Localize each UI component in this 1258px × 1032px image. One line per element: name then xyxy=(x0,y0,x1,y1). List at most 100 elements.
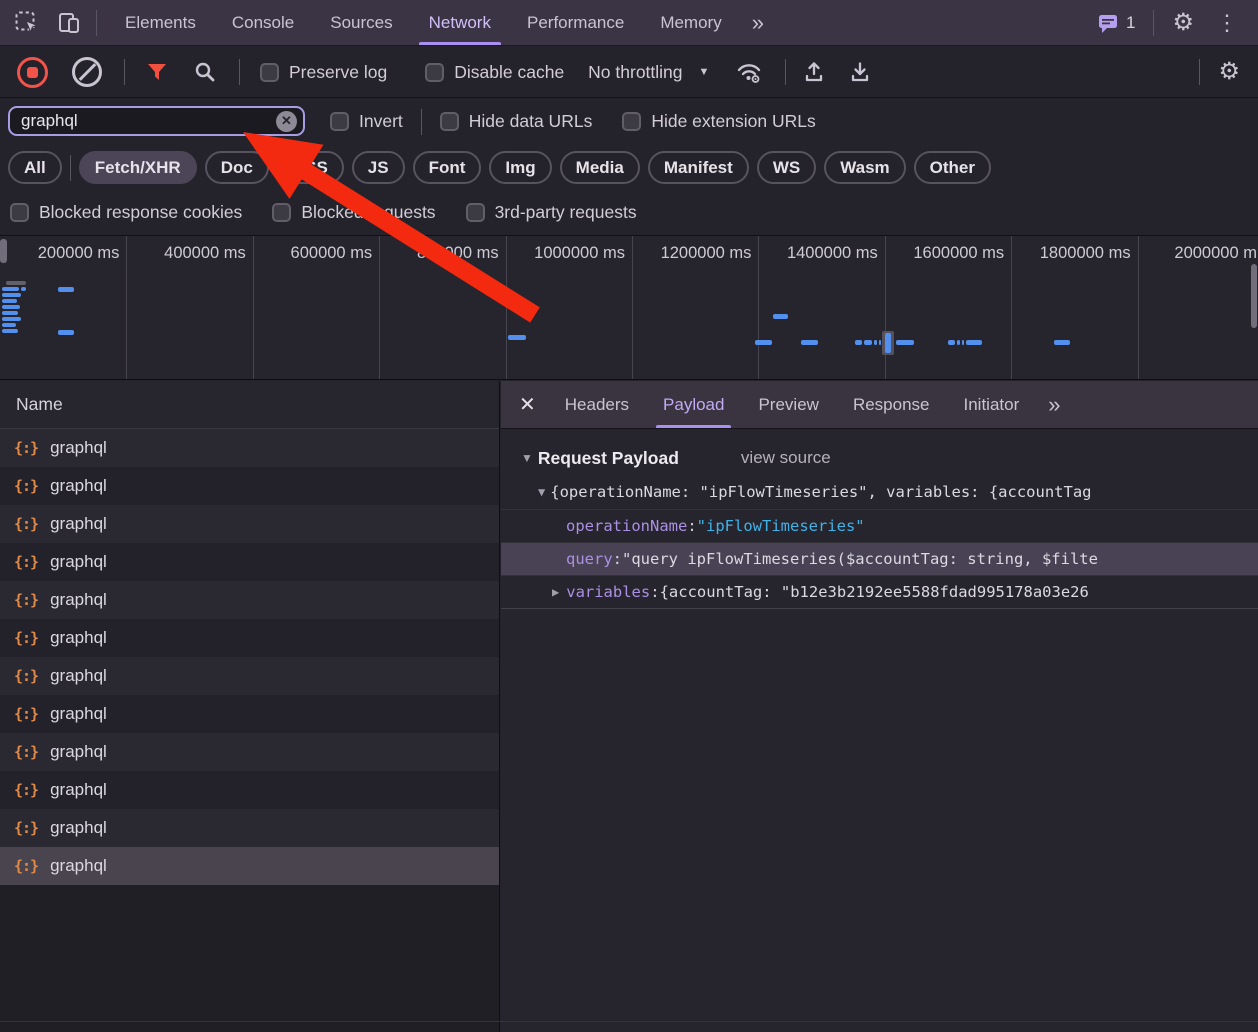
json-sep: : xyxy=(687,517,696,535)
waterfall-bar xyxy=(773,314,788,319)
kebab-menu-icon[interactable]: ⋮ xyxy=(1212,12,1242,34)
checkbox xyxy=(272,203,291,222)
devtools-window: ElementsConsoleSourcesNetworkPerformance… xyxy=(0,0,1258,1032)
filter-chip-js[interactable]: JS xyxy=(352,151,405,184)
request-row[interactable]: {:}graphql xyxy=(0,771,499,809)
payload-line-query[interactable]: query: "query ipFlowTimeseries($accountT… xyxy=(501,542,1258,575)
record-button[interactable] xyxy=(17,57,48,88)
waterfall-bar xyxy=(6,281,26,285)
request-row[interactable]: {:}graphql xyxy=(0,619,499,657)
filter-chip-wasm[interactable]: Wasm xyxy=(824,151,905,184)
detail-tab-initiator[interactable]: Initiator xyxy=(947,381,1037,428)
filter-chip-other[interactable]: Other xyxy=(914,151,991,184)
network-conditions-icon[interactable] xyxy=(735,60,763,84)
request-row[interactable]: {:}graphql xyxy=(0,581,499,619)
tab-network[interactable]: Network xyxy=(411,0,509,45)
filter-input[interactable]: graphql ✕ xyxy=(8,106,305,136)
disable-cache-checkbox[interactable]: Disable cache xyxy=(425,62,564,83)
request-details-pane: ✕ HeadersPayloadPreviewResponseInitiator… xyxy=(501,381,1258,1032)
request-row[interactable]: {:}graphql xyxy=(0,847,499,885)
clear-filter-icon[interactable]: ✕ xyxy=(276,111,297,132)
filter-chip-media[interactable]: Media xyxy=(560,151,640,184)
detail-tab-preview[interactable]: Preview xyxy=(741,381,835,428)
detail-tab-payload[interactable]: Payload xyxy=(646,381,741,428)
request-row[interactable]: {:}graphql xyxy=(0,505,499,543)
waterfall-bar xyxy=(2,329,18,333)
filter-chip-doc[interactable]: Doc xyxy=(205,151,269,184)
request-payload-section[interactable]: ▼ Request Payload view source xyxy=(501,441,1258,475)
filter-funnel-icon[interactable] xyxy=(145,60,169,84)
export-har-icon[interactable] xyxy=(848,60,872,84)
throttling-select[interactable]: No throttling ▼ xyxy=(588,62,709,83)
search-icon[interactable] xyxy=(193,60,217,84)
tab-elements[interactable]: Elements xyxy=(107,0,214,45)
json-braces-icon: {:} xyxy=(14,857,38,875)
payload-object-preview[interactable]: ▼ {operationName: "ipFlowTimeseries", va… xyxy=(501,475,1258,509)
request-name: graphql xyxy=(50,552,107,572)
filter-chip-manifest[interactable]: Manifest xyxy=(648,151,749,184)
tab-sources[interactable]: Sources xyxy=(312,0,410,45)
devtools-tabbar: ElementsConsoleSourcesNetworkPerformance… xyxy=(0,0,1258,46)
tab-console[interactable]: Console xyxy=(214,0,312,45)
blocked-requests-checkbox[interactable]: Blocked requests xyxy=(272,202,435,223)
tab-memory[interactable]: Memory xyxy=(642,0,739,45)
inspect-element-icon[interactable] xyxy=(14,10,40,36)
name-column-label: Name xyxy=(16,394,63,415)
preserve-log-checkbox[interactable]: Preserve log xyxy=(260,62,387,83)
timeline-scroll-handle[interactable] xyxy=(0,239,7,263)
checkbox xyxy=(425,63,444,82)
timeline-column: 1000000 ms xyxy=(506,236,633,379)
import-har-icon[interactable] xyxy=(802,60,826,84)
3rd-party-requests-checkbox[interactable]: 3rd-party requests xyxy=(466,202,637,223)
view-source-link[interactable]: view source xyxy=(741,448,831,468)
advanced-filters-row: Blocked response cookies Blocked requests… xyxy=(0,190,1258,235)
timeline-scroll-handle[interactable] xyxy=(1251,264,1257,328)
tab-performance[interactable]: Performance xyxy=(509,0,642,45)
settings-gear-icon[interactable]: ⚙ xyxy=(1172,11,1194,35)
request-row[interactable]: {:}graphql xyxy=(0,429,499,467)
device-toolbar-icon[interactable] xyxy=(56,10,82,36)
filter-chip-fetch-xhr[interactable]: Fetch/XHR xyxy=(79,151,197,184)
toolbar-divider xyxy=(239,59,240,85)
request-row[interactable]: {:}graphql xyxy=(0,809,499,847)
name-column-header[interactable]: Name xyxy=(0,381,499,429)
filter-chip-img[interactable]: Img xyxy=(489,151,551,184)
waterfall-bar xyxy=(874,340,877,345)
hide-data-urls-checkbox[interactable]: Hide data URLs xyxy=(440,111,593,132)
request-name: graphql xyxy=(50,590,107,610)
network-settings-gear-icon[interactable]: ⚙ xyxy=(1218,60,1240,84)
detail-tab-headers[interactable]: Headers xyxy=(548,381,646,428)
timeline-tick-label: 1200000 ms xyxy=(661,244,752,263)
json-braces-icon: {:} xyxy=(14,629,38,647)
waterfall-bar xyxy=(755,340,772,345)
request-row[interactable]: {:}graphql xyxy=(0,467,499,505)
filter-chip-all[interactable]: All xyxy=(8,151,62,184)
json-value: "query ipFlowTimeseries($accountTag: str… xyxy=(622,550,1098,568)
clear-network-log-icon[interactable] xyxy=(72,57,102,87)
payload-line-variables[interactable]: ▶ variables: {accountTag: "b12e3b2192ee5… xyxy=(501,575,1258,608)
filter-chip-css[interactable]: CSS xyxy=(277,151,344,184)
request-row[interactable]: {:}graphql xyxy=(0,543,499,581)
detail-tab-response[interactable]: Response xyxy=(836,381,947,428)
filter-chip-font[interactable]: Font xyxy=(413,151,482,184)
more-tabs-icon[interactable]: » xyxy=(740,10,776,36)
console-messages-badge[interactable]: 1 xyxy=(1097,12,1135,34)
hide-data-urls-label: Hide data URLs xyxy=(469,111,593,132)
blocked-response-cookies-checkbox[interactable]: Blocked response cookies xyxy=(10,202,242,223)
invert-checkbox[interactable]: Invert xyxy=(330,111,403,132)
triangle-right-icon: ▶ xyxy=(552,585,559,599)
checkbox xyxy=(260,63,279,82)
payload-line-operationName[interactable]: operationName: "ipFlowTimeseries" xyxy=(501,509,1258,542)
request-row[interactable]: {:}graphql xyxy=(0,657,499,695)
badge-count: 1 xyxy=(1126,13,1135,33)
network-overview-timeline[interactable]: 200000 ms400000 ms600000 ms800000 ms1000… xyxy=(0,235,1258,380)
hide-extension-urls-checkbox[interactable]: Hide extension URLs xyxy=(622,111,815,132)
timeline-column: 1600000 ms xyxy=(885,236,1012,379)
more-detail-tabs-icon[interactable]: » xyxy=(1036,392,1072,418)
filter-chip-ws[interactable]: WS xyxy=(757,151,816,184)
checkbox-label: Blocked requests xyxy=(301,202,435,223)
close-icon[interactable]: ✕ xyxy=(519,392,536,417)
waterfall-bar xyxy=(2,305,20,309)
request-row[interactable]: {:}graphql xyxy=(0,695,499,733)
request-row[interactable]: {:}graphql xyxy=(0,733,499,771)
